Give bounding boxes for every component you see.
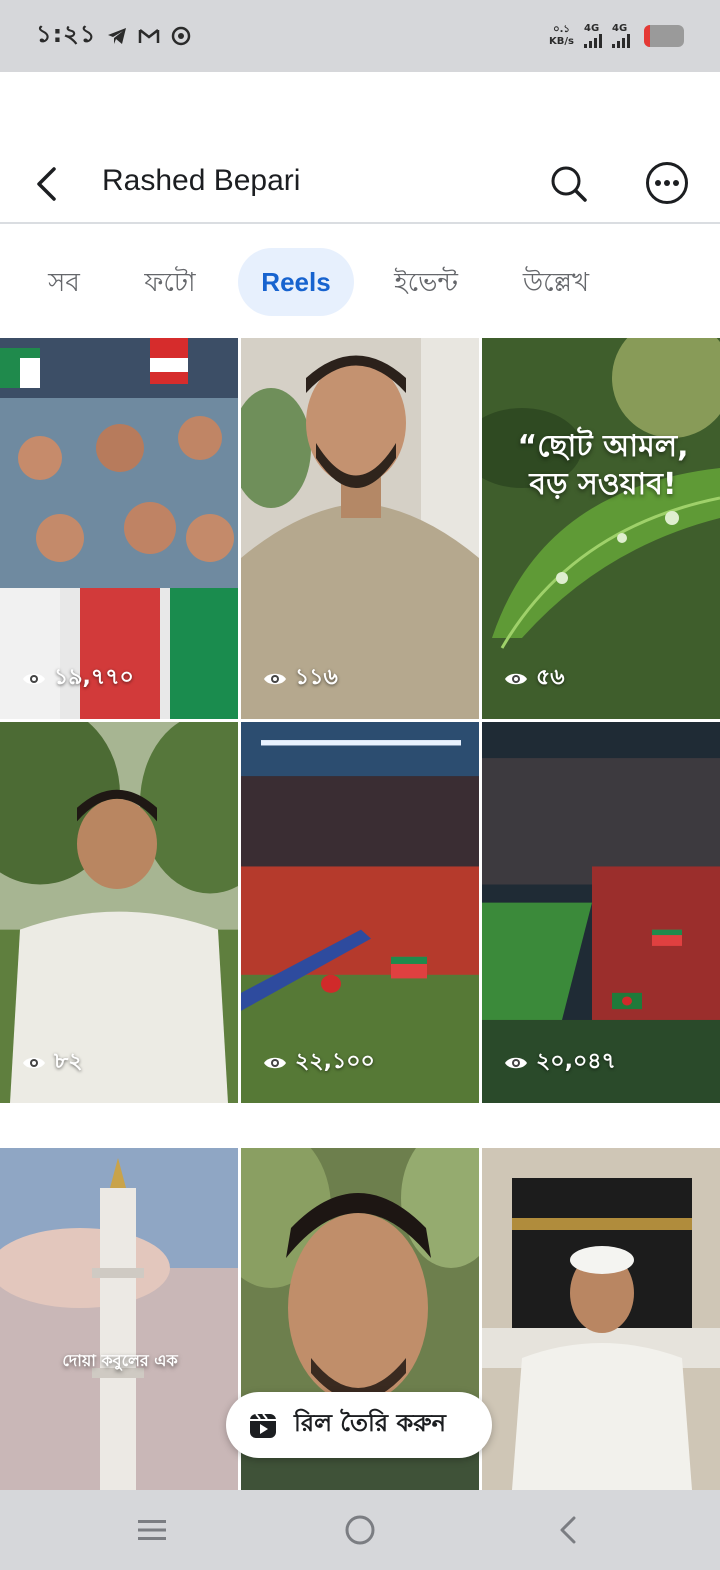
tab-mentions[interactable]: উল্লেখ [500,248,612,316]
view-count-value: ২০,০৪৭ [536,1049,616,1074]
home-circle-icon [345,1515,375,1545]
view-count-value: ৫৬ [536,665,565,690]
recent-apps-button[interactable] [130,1508,174,1552]
network-speed-value: ০.১ [553,24,570,35]
view-count: ১৯,৭৭০ [22,660,134,697]
sim2-label: 4G [612,23,628,34]
tab-all[interactable]: সব [26,248,102,316]
eye-icon [264,673,286,684]
status-right: ০.১ KB/s 4G 4G [549,24,684,48]
system-back-button[interactable] [546,1508,590,1552]
eye-icon [505,673,527,684]
tab-events[interactable]: ইভেন্ট [374,248,478,316]
more-options-icon [646,162,688,204]
status-left: ১:২১ [36,16,192,56]
view-count-value: ২২,১০০ [295,1049,375,1074]
sim1-signal-icon [584,34,602,48]
sim1-signal: 4G [584,24,602,48]
view-count: ২০,০৪৭ [504,1044,616,1081]
create-reel-label: রিল তৈরি করুন [294,1409,446,1437]
reels-grid: ১৯,৭৭০ ১১৬ “ছোট আমল, বড় সওয়াব! ৫৬ ৮২ ২… [0,338,720,1490]
network-speed: ০.১ KB/s [549,24,574,48]
eye-icon [264,1057,286,1068]
telegram-icon [106,25,128,47]
menu-icon [138,1520,166,1540]
view-count-value: ৮২ [54,1049,83,1074]
reel-caption: “ছোট আমল, বড় সওয়াব! [517,429,689,502]
view-count: ৫৬ [504,660,565,697]
reel-tile[interactable]: ৮২ [0,722,238,1103]
reel-tile[interactable] [482,1148,720,1490]
view-count-value: ১৯,৭৭০ [54,665,134,690]
view-count: ১১৬ [263,660,338,697]
reel-tile[interactable]: ২০,০৪৭ [482,722,720,1103]
more-options-button[interactable] [645,161,689,205]
reel-tile[interactable]: “ছোট আমল, বড় সওয়াব! ৫৬ [482,338,720,719]
sim2-signal-icon [612,34,630,48]
back-icon [560,1516,576,1544]
reel-thumbnail-minaret [0,1148,238,1490]
eye-icon [23,1057,45,1068]
home-button[interactable] [338,1508,382,1552]
create-reel-button[interactable]: রিল তৈরি করুন [226,1392,492,1458]
search-button[interactable] [547,162,591,206]
eye-icon [505,1057,527,1068]
eye-icon [23,673,45,684]
filter-tabs: সব ফটো Reels ইভেন্ট উল্লেখ [0,246,720,318]
chrome-icon [170,25,192,47]
reel-camera-icon [250,1413,276,1438]
page-title: Rashed Bepari [102,164,301,197]
reel-thumbnail-kaaba [482,1148,720,1490]
profile-header: Rashed Bepari [0,144,720,224]
battery-level [644,25,650,47]
status-time: ১:২১ [36,20,97,48]
reel-tile[interactable]: ১৯,৭৭০ [0,338,238,719]
gmail-icon [138,25,160,47]
sim1-label: 4G [584,23,600,34]
tab-reels[interactable]: Reels [238,248,354,316]
sim2-signal: 4G [612,24,630,48]
reel-caption: দোয়া কবুলের এক [62,1351,178,1370]
battery-icon [644,25,684,47]
status-bar: ১:২১ ০.১ KB/s 4G 4G [0,0,720,72]
view-count: ২২,১০০ [263,1044,375,1081]
view-count: ৮২ [22,1044,83,1081]
network-speed-unit: KB/s [549,36,574,47]
search-icon [551,166,587,202]
back-arrow-icon [37,167,56,201]
view-count-value: ১১৬ [295,665,338,690]
reel-tile[interactable]: ১১৬ [241,338,479,719]
reel-tile[interactable]: ২২,১০০ [241,722,479,1103]
tab-photos[interactable]: ফটো [122,248,218,316]
reel-tile[interactable]: দোয়া কবুলের এক [0,1148,238,1490]
back-button[interactable] [28,164,64,204]
system-nav-bar [0,1490,720,1570]
